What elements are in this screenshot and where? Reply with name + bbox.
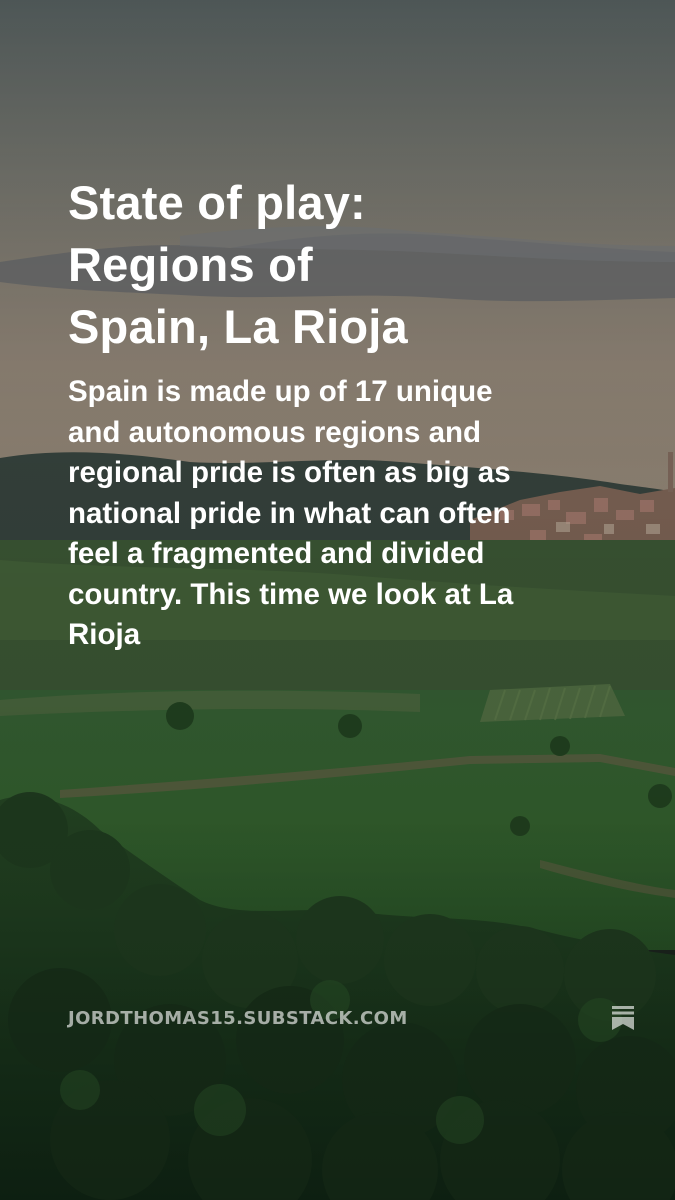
card-footer: JORDTHOMAS15.SUBSTACK.COM xyxy=(68,1003,635,1033)
post-title[interactable]: State of play: Regions of Spain, La Rioj… xyxy=(68,172,428,358)
substack-bookmark-icon xyxy=(612,1006,634,1030)
post-subtitle: Spain is made up of 17 unique and autono… xyxy=(68,375,514,651)
share-card: State of play: Regions of Spain, La Rioj… xyxy=(0,0,675,1200)
post-text-block: State of play: Regions of Spain, La Rioj… xyxy=(68,172,548,656)
publication-domain-link[interactable]: JORDTHOMAS15.SUBSTACK.COM xyxy=(68,1008,408,1029)
